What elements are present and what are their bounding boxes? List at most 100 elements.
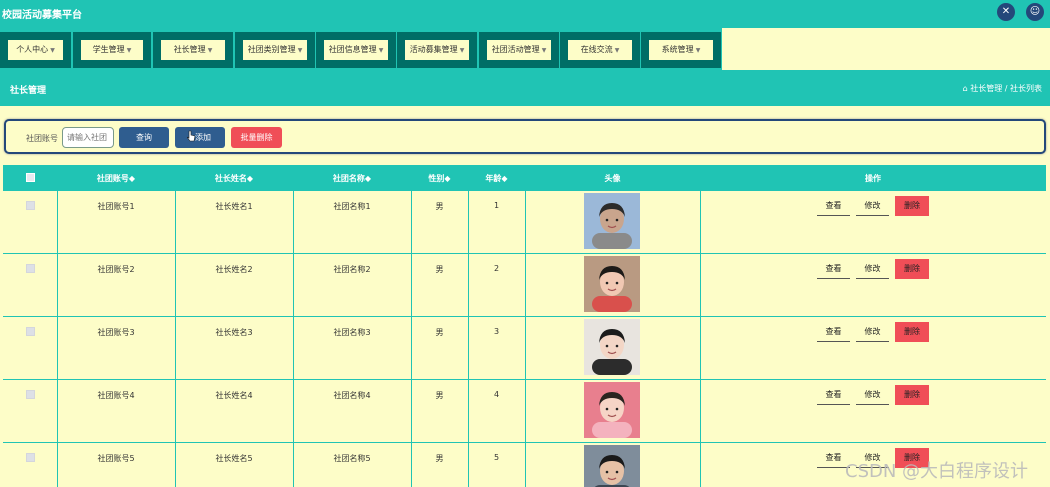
nav-item-club-info-management[interactable]: 社团信息管理 ▼: [316, 32, 396, 68]
column-divider: [293, 190, 294, 487]
nav-item-student-management[interactable]: 学生管理 ▼: [73, 32, 151, 68]
col-header-avatar: 头像: [604, 174, 621, 183]
chevron-down-icon: ▼: [695, 47, 701, 54]
edit-button[interactable]: 修改: [856, 385, 889, 405]
nav-item-personal-center[interactable]: 个人中心 ▼: [0, 32, 71, 68]
add-button-label: 添加: [195, 133, 211, 142]
col-header-club[interactable]: 社团名称◆: [293, 173, 411, 184]
breadcrumb-bar: 社长管理 ⌂ 社长管理 / 社长列表: [0, 72, 1050, 106]
col-header-account[interactable]: 社团账号◆: [57, 173, 175, 184]
nav-label: 个人中心: [16, 45, 49, 54]
edit-button[interactable]: 修改: [856, 259, 889, 279]
cell-club: 社团名称2: [333, 265, 371, 274]
breadcrumb: ⌂ 社长管理 / 社长列表: [963, 83, 1042, 94]
nav-spacer: [722, 28, 1050, 70]
chevron-down-icon: ▼: [541, 47, 547, 54]
cell-club: 社团名称4: [333, 391, 371, 400]
col-header-name[interactable]: 社长姓名◆: [175, 173, 293, 184]
avatar: [584, 193, 640, 249]
cell-name: 社长姓名1: [215, 202, 253, 211]
column-divider: [525, 190, 526, 487]
top-bar: 校园活动募集平台 ✕ ☺: [0, 0, 1050, 28]
add-button[interactable]: 添加: [175, 127, 225, 148]
cell-age: 2: [493, 264, 500, 273]
search-label: 社团账号: [26, 134, 58, 143]
view-button[interactable]: 查看: [817, 385, 850, 405]
cell-age: 1: [493, 201, 500, 210]
nav-item-system-management[interactable]: 系统管理 ▼: [641, 32, 721, 68]
club-account-search-input[interactable]: [62, 127, 114, 148]
nav-label: 社团信息管理: [328, 45, 377, 54]
chevron-down-icon: ▼: [126, 47, 132, 54]
edit-button[interactable]: 修改: [856, 322, 889, 342]
nav-label: 学生管理: [92, 45, 125, 54]
chevron-down-icon: ▼: [297, 47, 303, 54]
cell-account: 社团账号1: [97, 202, 135, 211]
nav-label: 活动募集管理: [409, 45, 458, 54]
delete-button[interactable]: 删除: [895, 385, 929, 405]
col-header-age[interactable]: 年龄◆: [468, 173, 525, 184]
cell-account: 社团账号4: [97, 391, 135, 400]
table-header: 社团账号◆ 社长姓名◆ 社团名称◆ 性别◆ 年龄◆ 头像 操作: [3, 165, 1046, 190]
cell-age: 4: [493, 390, 500, 399]
home-icon[interactable]: ⌂: [963, 84, 968, 93]
search-panel: 社团账号 查询 添加 批量删除: [4, 119, 1046, 154]
nav-label: 社团活动管理: [491, 45, 540, 54]
view-button[interactable]: 查看: [817, 196, 850, 216]
cell-age: 3: [493, 327, 500, 336]
nav-item-club-category-management[interactable]: 社团类别管理 ▼: [235, 32, 315, 68]
cell-gender: 男: [435, 265, 444, 274]
row-checkbox[interactable]: [26, 453, 35, 462]
column-divider: [700, 190, 701, 487]
nav-label: 在线交流: [580, 45, 613, 54]
cell-account: 社团账号2: [97, 265, 135, 274]
query-button[interactable]: 查询: [119, 127, 169, 148]
chevron-down-icon: ▼: [50, 47, 55, 54]
row-checkbox[interactable]: [26, 264, 35, 273]
column-divider: [175, 190, 176, 487]
avatar: [584, 382, 640, 438]
column-divider: [411, 190, 412, 487]
cell-club: 社团名称3: [333, 328, 371, 337]
cell-gender: 男: [435, 454, 444, 463]
nav-label: 社长管理: [173, 45, 206, 54]
column-divider: [57, 190, 58, 487]
cell-name: 社长姓名2: [215, 265, 253, 274]
app-title: 校园活动募集平台: [2, 10, 82, 21]
column-divider: [468, 190, 469, 487]
delete-button[interactable]: 删除: [895, 322, 929, 342]
avatar: [584, 319, 640, 375]
breadcrumb-text[interactable]: 社长管理 / 社长列表: [970, 84, 1042, 93]
expand-icon[interactable]: ✕: [997, 3, 1015, 21]
cell-account: 社团账号5: [97, 454, 135, 463]
cell-club: 社团名称5: [333, 454, 371, 463]
chevron-down-icon: ▼: [459, 47, 465, 54]
row-checkbox[interactable]: [26, 327, 35, 336]
view-button[interactable]: 查看: [817, 259, 850, 279]
chevron-down-icon: ▼: [207, 47, 213, 54]
chevron-down-icon: ▼: [614, 47, 620, 54]
cell-name: 社长姓名4: [215, 391, 253, 400]
row-checkbox[interactable]: [26, 390, 35, 399]
nav-item-club-activity-management[interactable]: 社团活动管理 ▼: [479, 32, 559, 68]
cell-club: 社团名称1: [333, 202, 371, 211]
cell-gender: 男: [435, 202, 444, 211]
col-header-actions: 操作: [865, 174, 881, 183]
edit-button[interactable]: 修改: [856, 196, 889, 216]
delete-button[interactable]: 删除: [895, 259, 929, 279]
nav-label: 系统管理: [661, 45, 694, 54]
delete-button[interactable]: 删除: [895, 196, 929, 216]
col-header-gender[interactable]: 性别◆: [411, 173, 468, 184]
select-all-checkbox[interactable]: [26, 173, 35, 182]
row-checkbox[interactable]: [26, 201, 35, 210]
cell-name: 社长姓名3: [215, 328, 253, 337]
hand-cursor-icon: [187, 130, 195, 142]
cell-name: 社长姓名5: [215, 454, 253, 463]
nav-item-president-management[interactable]: 社长管理 ▼: [153, 32, 233, 68]
view-button[interactable]: 查看: [817, 322, 850, 342]
nav-item-activity-recruit-management[interactable]: 活动募集管理 ▼: [397, 32, 477, 68]
batch-delete-button[interactable]: 批量删除: [231, 127, 282, 148]
user-icon[interactable]: ☺: [1026, 3, 1044, 21]
nav-item-online-chat[interactable]: 在线交流 ▼: [560, 32, 640, 68]
avatar: [584, 445, 640, 487]
